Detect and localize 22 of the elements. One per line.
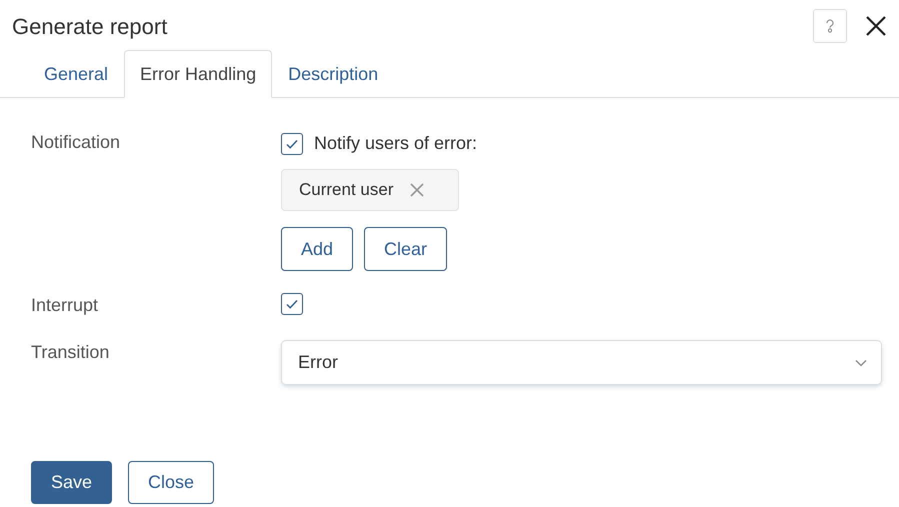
field-label: Notification xyxy=(31,131,122,154)
transition-dropdown[interactable]: Error xyxy=(281,340,882,385)
checkbox-label: Notify users of error: xyxy=(314,132,478,155)
tab[interactable]: General xyxy=(28,50,124,98)
field-label: Transition xyxy=(31,341,110,363)
close-icon xyxy=(409,182,426,198)
remove-tag-button[interactable] xyxy=(409,182,426,198)
dropdown-value: Error xyxy=(298,351,338,374)
save-button[interactable]: Save xyxy=(31,461,112,504)
checkbox[interactable] xyxy=(281,293,303,315)
tab[interactable]: Error Handling xyxy=(124,50,272,98)
close-button[interactable]: Close xyxy=(128,461,214,504)
help-icon xyxy=(824,18,836,34)
field-label: Interrupt xyxy=(31,294,100,316)
tag-label: Current user xyxy=(299,179,394,202)
action-button[interactable]: Add xyxy=(281,227,354,271)
chevron-down-icon xyxy=(855,358,867,366)
window-title: Generate report xyxy=(12,12,168,41)
close-icon xyxy=(865,15,887,37)
checkbox[interactable] xyxy=(281,132,303,154)
action-button[interactable]: Clear xyxy=(364,227,448,271)
tab[interactable]: Description xyxy=(272,50,394,98)
